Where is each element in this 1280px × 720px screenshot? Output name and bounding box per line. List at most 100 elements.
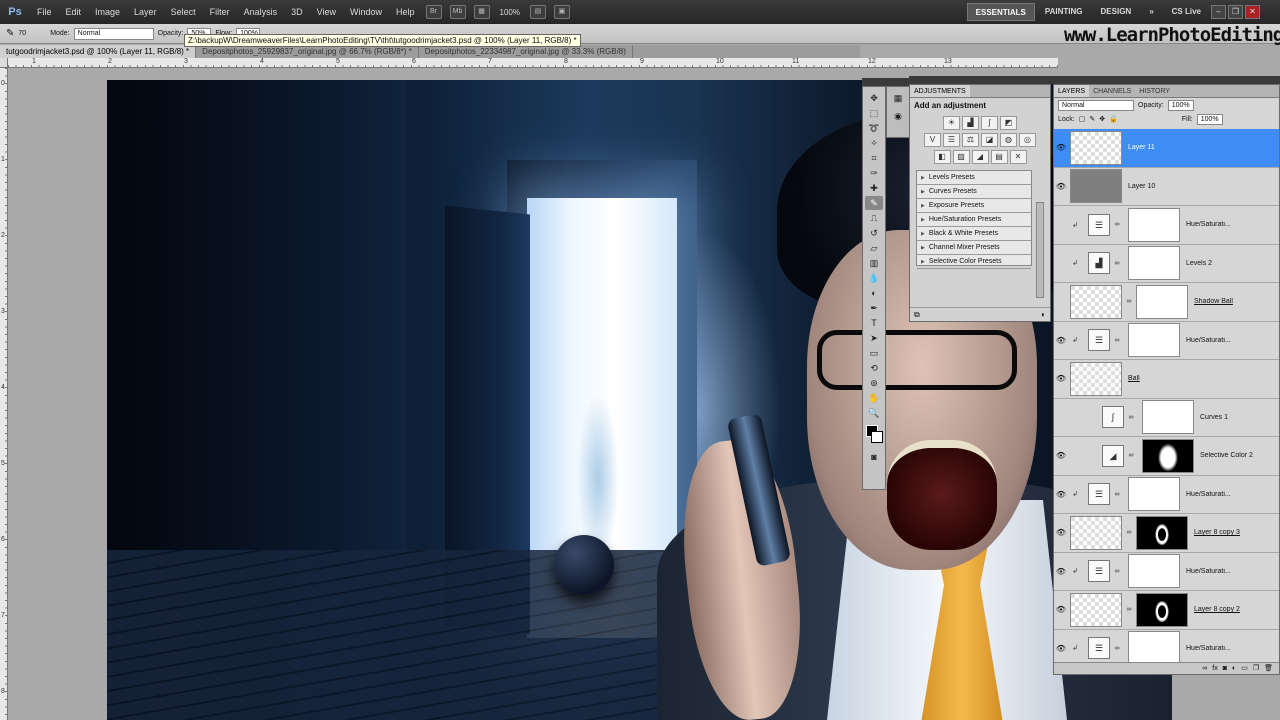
clone-stamp-tool-icon[interactable]: ⎍ bbox=[865, 211, 883, 225]
lock-transparency-icon[interactable]: ▢ bbox=[1079, 115, 1086, 123]
layer-row[interactable]: ↲ ▟ ∞ Levels 2 bbox=[1054, 245, 1279, 283]
shape-tool-icon[interactable]: ▭ bbox=[865, 346, 883, 360]
layer-mask-thumbnail[interactable] bbox=[1128, 477, 1180, 512]
brush-tool-icon[interactable]: ✎ bbox=[865, 196, 883, 210]
vertical-ruler[interactable]: 0 1 2 3 4 5 6 7 8 bbox=[0, 68, 8, 720]
arrange-documents-icon[interactable]: ▤ bbox=[529, 5, 546, 19]
preset-item[interactable]: Channel Mixer Presets bbox=[917, 241, 1031, 255]
menu-help[interactable]: Help bbox=[389, 0, 422, 24]
layer-name[interactable]: Curves 1 bbox=[1200, 414, 1256, 421]
layer-row[interactable]: ∞ Shadow Ball bbox=[1054, 283, 1279, 322]
presets-scrollbar[interactable] bbox=[1036, 202, 1044, 298]
layer-style-icon[interactable]: fx bbox=[1212, 663, 1217, 674]
layer-row[interactable]: 👁 ↲ ☰ ∞ Hue/Saturati... bbox=[1054, 476, 1279, 514]
layer-mask-thumbnail[interactable] bbox=[1128, 323, 1180, 358]
layer-name[interactable]: Hue/Saturati... bbox=[1186, 337, 1242, 344]
tab-adjustments[interactable]: ADJUSTMENTS bbox=[910, 85, 970, 97]
brush-size[interactable]: 70 bbox=[18, 30, 26, 37]
preset-item[interactable]: Black & White Presets bbox=[917, 227, 1031, 241]
layer-row[interactable]: 👁 ↲ ☰ ∞ Hue/Saturati... bbox=[1054, 630, 1279, 662]
levels-icon[interactable]: ▟ bbox=[962, 116, 979, 130]
add-mask-icon[interactable]: ◙ bbox=[1223, 663, 1227, 674]
layer-row[interactable]: 👁 ∞ Layer 8 copy 2 bbox=[1054, 591, 1279, 630]
menu-analysis[interactable]: Analysis bbox=[237, 0, 285, 24]
lock-pixels-icon[interactable]: ✎ bbox=[1089, 115, 1095, 123]
layer-row[interactable]: 👁 ◢ ∞ Selective Color 2 bbox=[1054, 437, 1279, 476]
preset-item[interactable]: Exposure Presets bbox=[917, 199, 1031, 213]
adjustments-panel-icon[interactable]: ▦ bbox=[889, 91, 907, 105]
layer-row[interactable]: 👁 ↲ ☰ ∞ Hue/Saturati... bbox=[1054, 553, 1279, 591]
layer-row[interactable]: 👁 Ball bbox=[1054, 360, 1279, 399]
lock-all-icon[interactable]: 🔒 bbox=[1109, 115, 1118, 123]
visibility-eye-icon[interactable]: 👁 bbox=[1054, 451, 1068, 460]
layer-mask-thumbnail[interactable] bbox=[1128, 554, 1180, 589]
move-tool-icon[interactable]: ✥ bbox=[865, 91, 883, 105]
marquee-tool-icon[interactable]: ⬚ bbox=[865, 106, 883, 120]
hue-saturation-icon[interactable]: ☰ bbox=[1088, 483, 1110, 506]
screen-mode-icon[interactable]: ▣ bbox=[553, 5, 570, 19]
posterize-icon[interactable]: ▨ bbox=[952, 150, 970, 164]
workspace-essentials[interactable]: ESSENTIALS bbox=[966, 3, 1035, 21]
fill-field[interactable]: 100% bbox=[1196, 113, 1223, 125]
visibility-eye-icon[interactable]: 👁 bbox=[1054, 374, 1068, 383]
strip-header[interactable] bbox=[886, 78, 910, 86]
ruler-origin[interactable] bbox=[0, 58, 8, 68]
layer-name[interactable]: Hue/Saturati... bbox=[1186, 491, 1242, 498]
horizontal-ruler[interactable]: 1 2 3 4 5 6 7 8 9 10 11 12 13 bbox=[8, 58, 1058, 68]
preset-item[interactable]: Selective Color Presets bbox=[917, 255, 1031, 269]
layer-row[interactable]: 👁 ∞ Layer 8 copy 3 bbox=[1054, 514, 1279, 553]
photo-filter-icon[interactable]: ◍ bbox=[1000, 133, 1017, 147]
layer-name[interactable]: Layer 8 copy 3 bbox=[1194, 529, 1250, 536]
layer-name[interactable]: Hue/Saturati... bbox=[1186, 568, 1242, 575]
layer-row[interactable]: 👁 ↲ ☰ ∞ Hue/Saturati... bbox=[1054, 322, 1279, 360]
gradient-tool-icon[interactable]: ▥ bbox=[865, 256, 883, 270]
selective-color-icon[interactable]: ✕ bbox=[1009, 150, 1027, 164]
layer-name[interactable]: Hue/Saturati... bbox=[1186, 221, 1242, 228]
hue-saturation-icon[interactable]: ☰ bbox=[943, 133, 960, 147]
layer-row[interactable]: ↲ ☰ ∞ Hue/Saturati... bbox=[1054, 206, 1279, 245]
eraser-tool-icon[interactable]: ▱ bbox=[865, 241, 883, 255]
curves-icon[interactable]: ∫ bbox=[1102, 406, 1124, 429]
doc-tab-1[interactable]: tutgoodrimjacket3.psd @ 100% (Layer 11, … bbox=[0, 45, 197, 58]
clip-to-layer-icon[interactable]: ⧉ bbox=[914, 308, 920, 321]
layer-name[interactable]: Layer 10 bbox=[1128, 183, 1184, 190]
layer-mask-thumbnail[interactable] bbox=[1128, 207, 1180, 242]
preset-item[interactable]: Curves Presets bbox=[917, 185, 1031, 199]
layer-name[interactable]: Hue/Saturati... bbox=[1186, 645, 1242, 652]
layer-mask-thumbnail[interactable] bbox=[1142, 438, 1194, 473]
menu-window[interactable]: Window bbox=[343, 0, 389, 24]
channel-mixer-icon[interactable]: ◎ bbox=[1019, 133, 1036, 147]
hand-tool-icon[interactable]: ✋ bbox=[865, 391, 883, 405]
black-white-icon[interactable]: ◪ bbox=[981, 133, 998, 147]
layer-row[interactable]: 👁 Layer 10 bbox=[1054, 168, 1279, 206]
menu-select[interactable]: Select bbox=[164, 0, 203, 24]
restore-icon[interactable]: ❐ bbox=[1228, 5, 1243, 19]
menu-3d[interactable]: 3D bbox=[284, 0, 310, 24]
masks-panel-icon[interactable]: ◉ bbox=[889, 109, 907, 123]
panel-options-icon[interactable]: ◐ bbox=[1041, 308, 1046, 321]
layer-mask-thumbnail[interactable] bbox=[1142, 400, 1194, 435]
blur-tool-icon[interactable]: 💧 bbox=[865, 271, 883, 285]
dodge-tool-icon[interactable]: ◐ bbox=[865, 286, 883, 300]
gradient-map-icon[interactable]: ▤ bbox=[990, 150, 1008, 164]
menu-view[interactable]: View bbox=[310, 0, 343, 24]
3d-orbit-tool-icon[interactable]: ⊚ bbox=[865, 376, 883, 390]
type-tool-icon[interactable]: T bbox=[865, 316, 883, 330]
zoom-tool-icon[interactable]: 🔍 bbox=[865, 406, 883, 420]
history-brush-tool-icon[interactable]: ↺ bbox=[865, 226, 883, 240]
threshold-icon[interactable]: ◢ bbox=[971, 150, 989, 164]
menu-filter[interactable]: Filter bbox=[203, 0, 237, 24]
visibility-eye-icon[interactable]: 👁 bbox=[1054, 490, 1068, 499]
layer-row[interactable]: ∫ ∞ Curves 1 bbox=[1054, 399, 1279, 437]
hue-saturation-icon[interactable]: ☰ bbox=[1088, 329, 1110, 352]
hue-saturation-icon[interactable]: ☰ bbox=[1088, 213, 1110, 236]
layer-mask-thumbnail[interactable] bbox=[1136, 592, 1188, 627]
layer-name[interactable]: Ball bbox=[1128, 375, 1184, 382]
preset-item[interactable]: Hue/Saturation Presets bbox=[917, 213, 1031, 227]
vibrance-icon[interactable]: V bbox=[924, 133, 941, 147]
layer-mask-thumbnail[interactable] bbox=[1136, 515, 1188, 550]
launch-minibridge-icon[interactable]: Mb bbox=[449, 5, 466, 19]
new-adjustment-icon[interactable]: ◐ bbox=[1232, 663, 1236, 674]
visibility-eye-icon[interactable]: 👁 bbox=[1054, 567, 1068, 576]
hue-saturation-icon[interactable]: ☰ bbox=[1088, 560, 1110, 583]
